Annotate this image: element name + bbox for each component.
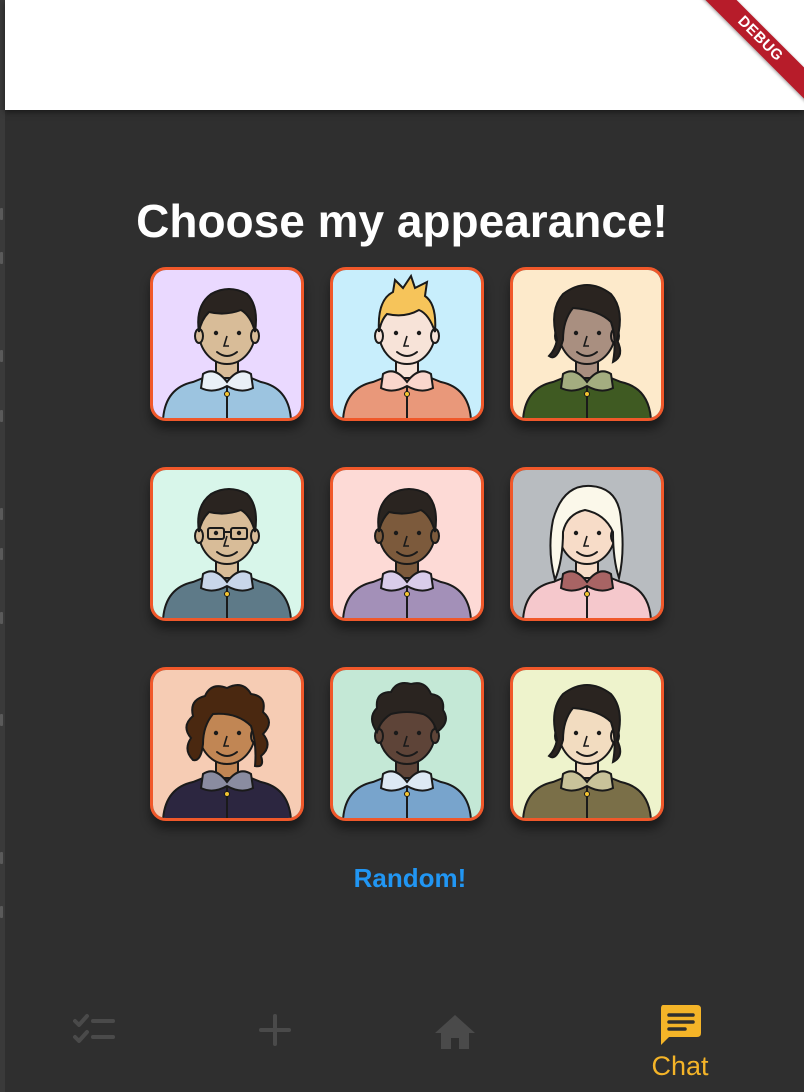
- avatar-illustration: [513, 270, 661, 418]
- avatar-option-2[interactable]: [330, 267, 484, 421]
- avatar-option-4[interactable]: [150, 467, 304, 621]
- checklist-icon: [73, 1014, 115, 1043]
- avatar-option-1[interactable]: [150, 267, 304, 421]
- avatar-option-5[interactable]: [330, 467, 484, 621]
- nav-item-chat[interactable]: Chat: [605, 995, 755, 1092]
- avatar-illustration: [333, 670, 481, 818]
- avatar-option-9[interactable]: [510, 667, 664, 821]
- add-icon: [259, 1014, 291, 1046]
- avatar-option-8[interactable]: [330, 667, 484, 821]
- avatar-illustration: [513, 670, 661, 818]
- avatar-option-6[interactable]: [510, 467, 664, 621]
- nav-item-checklist[interactable]: [20, 995, 170, 1092]
- avatar-illustration: [153, 670, 301, 818]
- nav-label-chat: Chat: [651, 1051, 709, 1081]
- bottom-navigation: Chat: [5, 995, 804, 1092]
- avatar-option-3[interactable]: [510, 267, 664, 421]
- avatar-grid: [150, 267, 670, 827]
- avatar-illustration: [333, 270, 481, 418]
- avatar-illustration: [153, 270, 301, 418]
- avatar-illustration: [513, 470, 661, 618]
- left-window-edge: [0, 0, 5, 1092]
- nav-item-home[interactable]: [380, 995, 530, 1092]
- top-app-bar: [5, 0, 804, 110]
- nav-item-add[interactable]: [200, 995, 350, 1092]
- random-button[interactable]: Random!: [320, 858, 500, 898]
- avatar-illustration: [333, 470, 481, 618]
- avatar-illustration: [153, 470, 301, 618]
- chat-icon: [661, 1005, 701, 1045]
- home-icon: [435, 1015, 475, 1049]
- avatar-option-7[interactable]: [150, 667, 304, 821]
- page-title: Choose my appearance!: [136, 195, 668, 247]
